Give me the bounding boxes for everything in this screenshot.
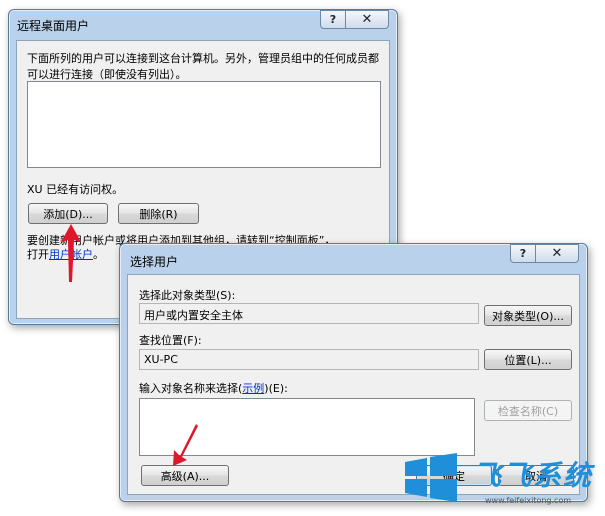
close-button[interactable]: ✕ [536,244,579,263]
object-types-button[interactable]: 对象类型(O)... [484,305,572,326]
watermark-url-text: www.feifeixitong.com [485,496,572,505]
location-label: 查找位置(F): [139,334,202,347]
check-names-button[interactable]: 检查名称(C) [484,400,572,421]
help-button[interactable]: ? [320,10,346,29]
advanced-button[interactable]: 高级(A)... [141,465,229,486]
object-names-label-suffix: )(E): [264,382,288,395]
description-text: 下面所列的用户可以连接到这台计算机。另外，管理员组中的任何成员都可以进行连接（即… [27,52,379,81]
add-button[interactable]: 添加(D)... [28,203,108,224]
annotation-arrow-up [61,224,81,282]
footer-prefix: 打开 [27,248,49,261]
examples-link[interactable]: 示例 [242,382,264,395]
title-bar-buttons: ? ✕ [510,244,579,263]
access-note: XU 已经有访问权。 [27,183,124,196]
user-list[interactable] [27,81,381,168]
remove-button[interactable]: 删除(R) [118,203,199,224]
close-button[interactable]: ✕ [346,10,389,29]
watermark-brand-text: 飞飞系统 [473,459,594,492]
location-field: XU-PC [139,349,479,370]
object-type-field: 用户或内置安全主体 [139,303,479,324]
help-button[interactable]: ? [510,244,536,263]
dialog-title: 远程桌面用户 [17,19,90,33]
dialog-title: 选择用户 [130,255,179,269]
footer-suffix: 。 [93,248,104,261]
annotation-arrow-down [173,424,198,466]
title-bar-buttons: ? ✕ [320,10,389,29]
object-names-label-prefix: 输入对象名称来选择( [139,382,243,395]
locations-button[interactable]: 位置(L)... [484,349,572,370]
object-names-label: 输入对象名称来选择(示例)(E): [139,380,288,396]
watermark-logo: 飞飞系统 www.feifeixitong.com [401,452,599,512]
object-type-label: 选择此对象类型(S): [139,289,236,302]
windows-logo-icon [405,453,457,502]
